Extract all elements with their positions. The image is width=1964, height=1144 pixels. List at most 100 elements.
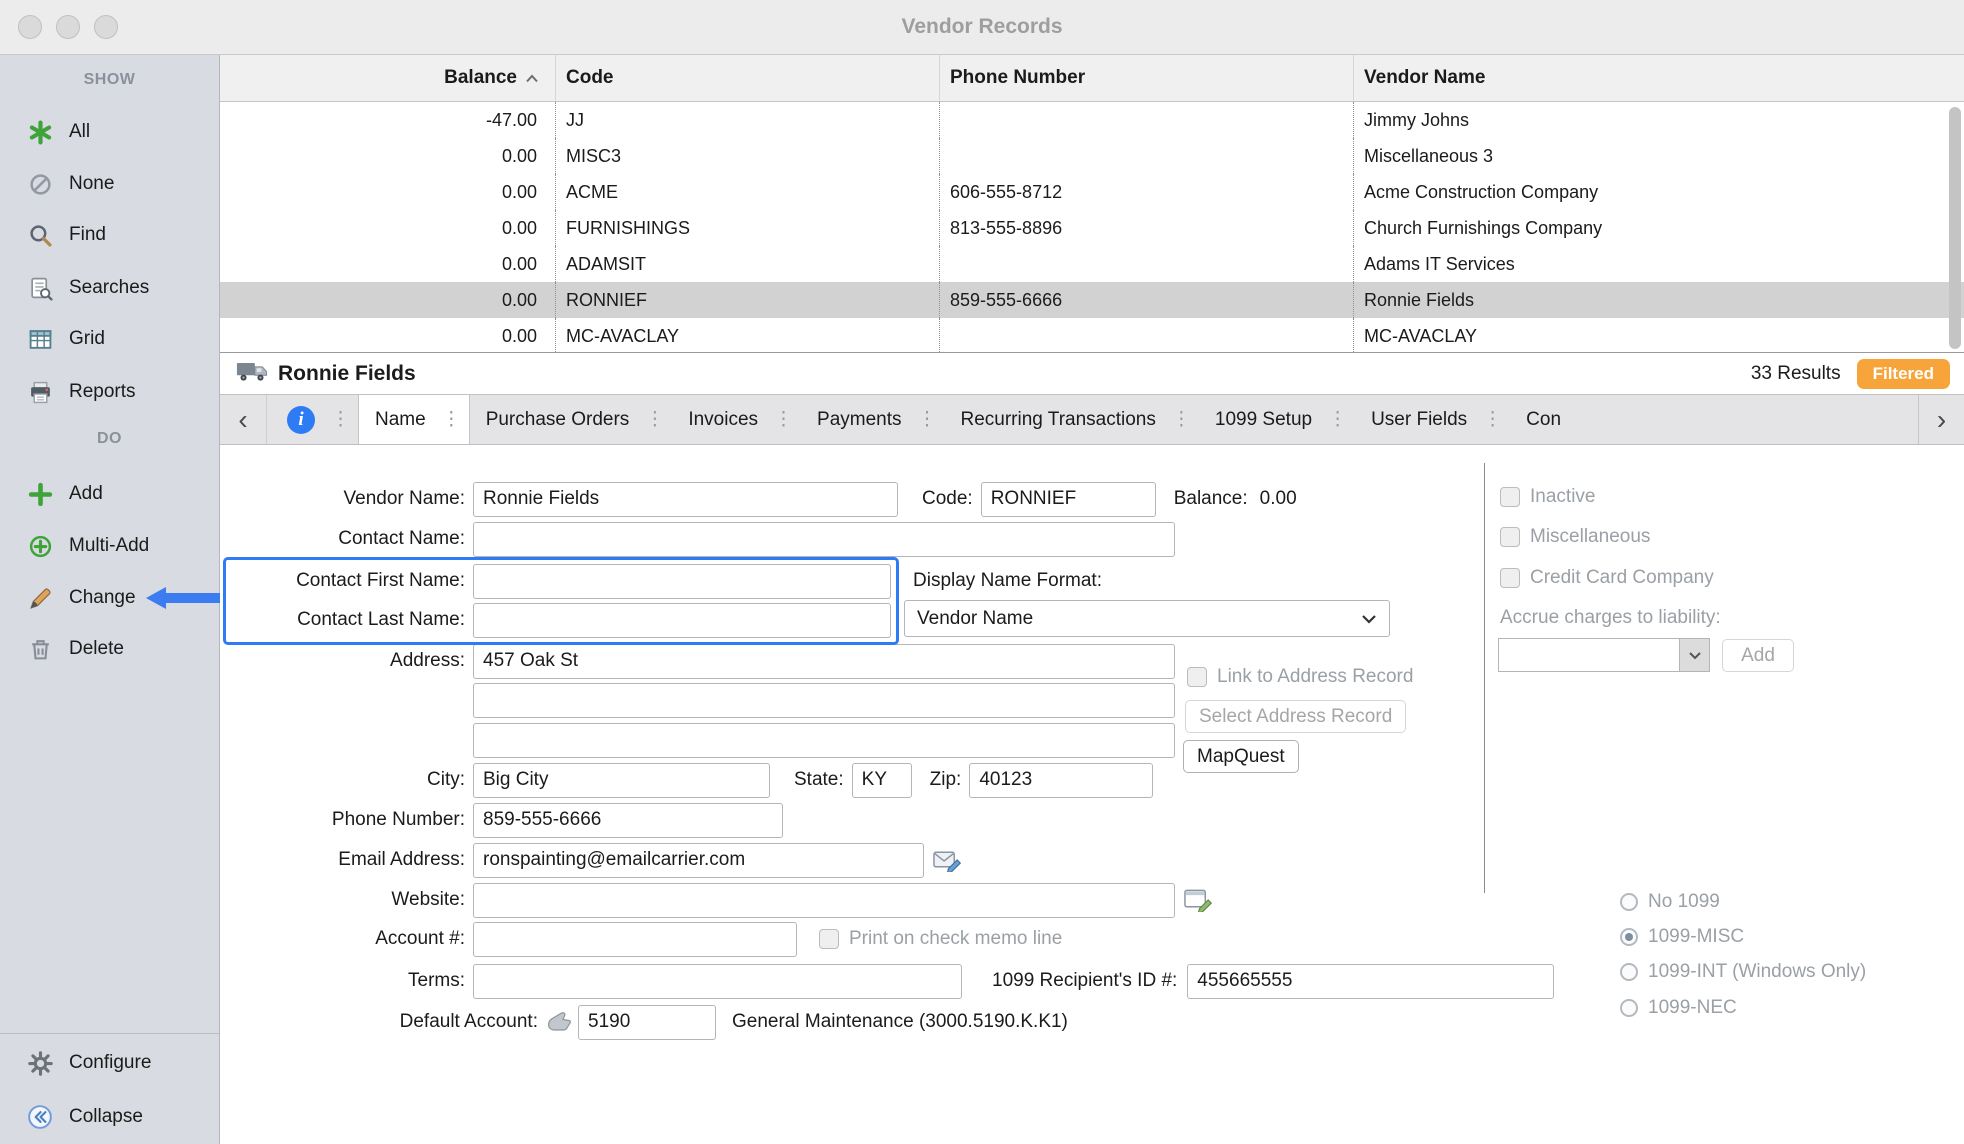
close-window-button[interactable] (18, 15, 42, 39)
asterisk-all-icon (26, 118, 54, 146)
tab-invoices[interactable]: Invoices ⋮ (672, 395, 801, 444)
website-input[interactable] (473, 883, 1175, 918)
trash-delete-icon (26, 635, 54, 663)
column-header-balance[interactable]: Balance (220, 55, 555, 101)
sidebar-item-add[interactable]: Add (0, 474, 219, 514)
tab-1099-setup[interactable]: 1099 Setup ⋮ (1199, 395, 1355, 444)
zip-input[interactable] (969, 763, 1153, 798)
terms-input[interactable] (473, 964, 962, 999)
radio-row-1099-int: 1099-INT (Windows Only) (1620, 961, 1866, 983)
default-account-input[interactable] (578, 1005, 716, 1040)
title-bar: Vendor Records (0, 0, 1964, 55)
contact-first-name-label: Contact First Name: (220, 570, 465, 592)
sidebar-item-delete[interactable]: Delete (0, 629, 219, 669)
column-header-code[interactable]: Code (555, 55, 939, 101)
link-to-address-checkbox[interactable] (1187, 667, 1207, 687)
sidebar-item-label: Add (69, 483, 103, 505)
account-number-input[interactable] (473, 922, 797, 957)
print-on-check-checkbox[interactable] (819, 929, 839, 949)
tab-recurring-transactions[interactable]: Recurring Transactions ⋮ (945, 395, 1199, 444)
contact-last-name-input[interactable] (473, 603, 891, 638)
address-line1-input[interactable] (473, 644, 1175, 679)
radio-row-1099-nec: 1099-NEC (1620, 997, 1737, 1019)
code-label: Code: (922, 488, 973, 510)
tab-purchase-orders[interactable]: Purchase Orders ⋮ (470, 395, 673, 444)
column-header-vendor-name[interactable]: Vendor Name (1353, 55, 1964, 101)
sidebar-item-reports[interactable]: Reports (0, 372, 219, 412)
tab-handle-icon[interactable]: ⋮ (645, 408, 672, 431)
accrue-liability-combo[interactable] (1498, 638, 1710, 672)
state-input[interactable] (852, 763, 912, 798)
tab-payments[interactable]: Payments ⋮ (801, 395, 944, 444)
link-to-address-label: Link to Address Record (1217, 666, 1413, 688)
circle-plus-multi-add-icon (26, 532, 54, 560)
window-title: Vendor Records (901, 15, 1062, 39)
sidebar-divider (0, 1033, 219, 1034)
table-scrollbar[interactable] (1949, 107, 1961, 349)
record-title: Ronnie Fields (278, 362, 416, 386)
table-row[interactable]: 0.00 ACME 606-555-8712 Acme Construction… (220, 174, 1964, 210)
tab-handle-icon[interactable]: ⋮ (1328, 408, 1355, 431)
credit-card-company-checkbox[interactable] (1500, 568, 1520, 588)
tab-info[interactable]: i ⋮ (266, 395, 358, 444)
email-address-input[interactable] (473, 843, 924, 878)
zoom-window-button[interactable] (94, 15, 118, 39)
sidebar-item-all[interactable]: All (0, 112, 219, 152)
accrue-add-button[interactable]: Add (1722, 639, 1794, 672)
sidebar-item-label: Searches (69, 277, 149, 299)
sidebar-item-collapse[interactable]: Collapse (0, 1097, 219, 1137)
table-row-selected[interactable]: 0.00 RONNIEF 859-555-6666 Ronnie Fields (220, 282, 1964, 318)
1099-int-radio[interactable] (1620, 963, 1638, 981)
no-1099-radio[interactable] (1620, 893, 1638, 911)
column-header-phone[interactable]: Phone Number (939, 55, 1353, 101)
table-row[interactable]: 0.00 FURNISHINGS 813-555-8896 Church Fur… (220, 210, 1964, 246)
phone-number-input[interactable] (473, 803, 783, 838)
recipient-id-input[interactable] (1187, 964, 1554, 999)
tab-handle-icon[interactable]: ⋮ (331, 408, 358, 431)
city-input[interactable] (473, 763, 770, 798)
sidebar-item-searches[interactable]: Searches (0, 268, 219, 308)
vendor-name-input[interactable] (473, 482, 898, 517)
1099-misc-radio[interactable] (1620, 928, 1638, 946)
chevron-down-icon[interactable] (1679, 639, 1709, 671)
tab-name[interactable]: Name ⋮ (358, 395, 470, 444)
sidebar-item-find[interactable]: Find (0, 215, 219, 255)
tab-handle-icon[interactable]: ⋮ (774, 408, 801, 431)
mapquest-button[interactable]: MapQuest (1183, 740, 1299, 773)
table-row[interactable]: -47.00 JJ Jimmy Johns (220, 102, 1964, 138)
tab-user-fields[interactable]: User Fields ⋮ (1355, 395, 1510, 444)
address-line3-input[interactable] (473, 723, 1175, 758)
tab-handle-icon[interactable]: ⋮ (442, 408, 469, 431)
tab-handle-icon[interactable]: ⋮ (1483, 408, 1510, 431)
sidebar-item-change[interactable]: Change (0, 578, 219, 618)
sidebar-item-grid[interactable]: Grid (0, 319, 219, 359)
contact-first-name-input[interactable] (473, 564, 891, 599)
table-row[interactable]: 0.00 MC-AVACLAY MC-AVACLAY (220, 318, 1964, 353)
sidebar-item-label: None (69, 173, 114, 195)
table-row[interactable]: 0.00 ADAMSIT Adams IT Services (220, 246, 1964, 282)
filtered-badge[interactable]: Filtered (1857, 359, 1950, 389)
inactive-checkbox[interactable] (1500, 487, 1520, 507)
tab-truncated[interactable]: Con (1510, 395, 1600, 444)
sidebar-item-configure[interactable]: Configure (0, 1043, 219, 1083)
sidebar-item-none[interactable]: None (0, 164, 219, 204)
website-compose-icon[interactable] (1184, 888, 1213, 912)
tab-handle-icon[interactable]: ⋮ (1172, 408, 1199, 431)
email-compose-icon[interactable] (933, 848, 962, 872)
account-number-label: Account #: (220, 928, 465, 950)
display-name-format-select[interactable]: Vendor Name (904, 600, 1390, 637)
select-address-record-button[interactable]: Select Address Record (1185, 700, 1406, 733)
1099-nec-radio[interactable] (1620, 999, 1638, 1017)
tab-handle-icon[interactable]: ⋮ (918, 408, 945, 431)
account-lookup-icon[interactable] (546, 1011, 572, 1033)
sidebar-item-multi-add[interactable]: Multi-Add (0, 526, 219, 566)
tabs-scroll-right-button[interactable]: › (1918, 395, 1964, 444)
table-row[interactable]: 0.00 MISC3 Miscellaneous 3 (220, 138, 1964, 174)
detail-tab-bar: ‹ i ⋮ Name ⋮ Purchase Orders ⋮ Invoices … (220, 395, 1964, 445)
address-line2-input[interactable] (473, 683, 1175, 718)
minimize-window-button[interactable] (56, 15, 80, 39)
miscellaneous-checkbox[interactable] (1500, 527, 1520, 547)
code-input[interactable] (981, 482, 1156, 517)
contact-name-input[interactable] (473, 522, 1175, 557)
tabs-scroll-left-button[interactable]: ‹ (220, 395, 266, 444)
